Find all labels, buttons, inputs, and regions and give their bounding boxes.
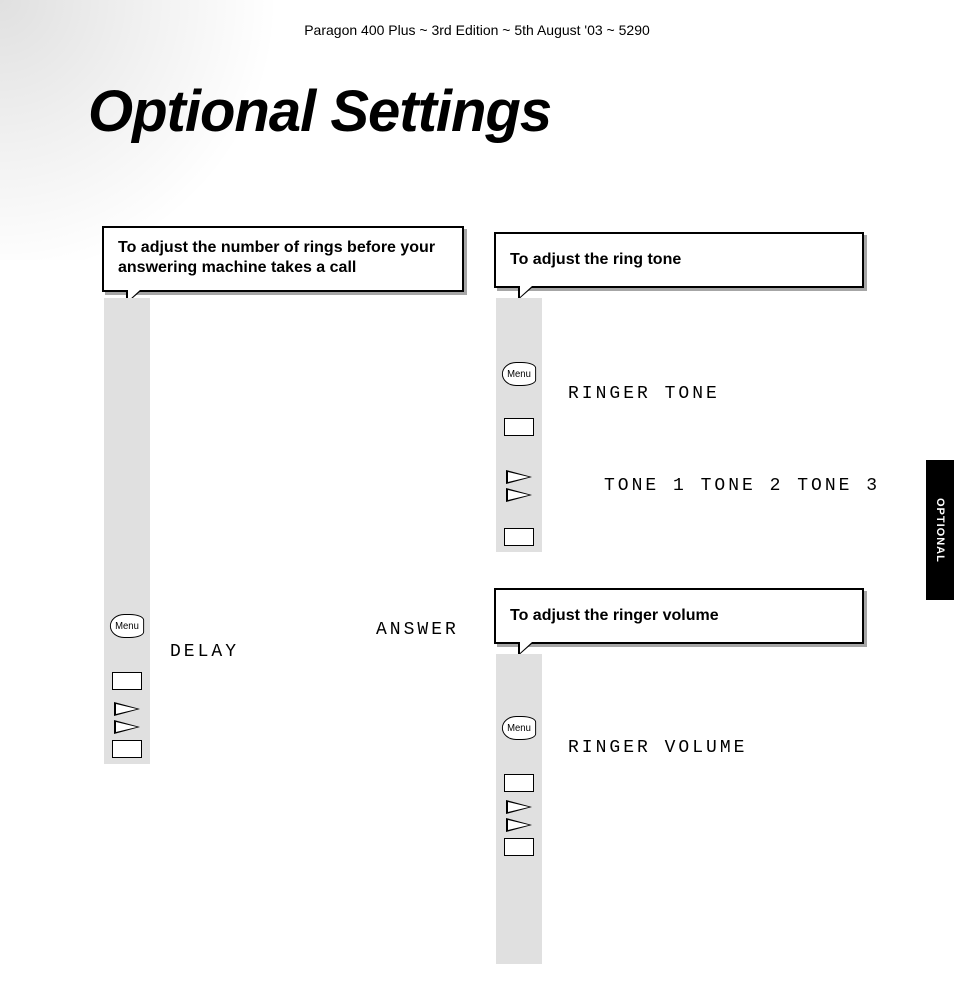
blank-button-left-1[interactable]	[104, 672, 150, 690]
side-tab-optional: OPTIONAL	[926, 460, 954, 600]
callout-text: To adjust the number of rings before you…	[118, 239, 435, 276]
scroll-arrows-ringtone[interactable]	[496, 470, 542, 502]
arrow-right-icon	[506, 800, 532, 814]
callout-text: To adjust the ringer volume	[510, 607, 719, 624]
menu-button-label: Menu	[507, 723, 531, 734]
menu-button-label: Menu	[115, 621, 139, 632]
page-title: Optional Settings	[88, 78, 551, 145]
blank-button-left-2[interactable]	[104, 740, 150, 758]
callout-text: To adjust the ring tone	[510, 251, 681, 268]
page-header: Paragon 400 Plus ~ 3rd Edition ~ 5th Aug…	[0, 22, 954, 38]
arrow-right-icon	[506, 818, 532, 832]
callout-ring-tone: To adjust the ring tone	[494, 232, 864, 288]
menu-button-ringtone[interactable]: Menu	[496, 362, 542, 386]
arrow-right-icon	[506, 470, 532, 484]
control-column-left	[104, 298, 150, 764]
lcd-ringer-tone: RINGER TONE	[568, 384, 720, 404]
callout-ringer-volume: To adjust the ringer volume	[494, 588, 864, 644]
scroll-arrows-volume[interactable]	[496, 800, 542, 832]
lcd-delay: DELAY	[170, 642, 239, 662]
arrow-right-icon	[114, 702, 140, 716]
blank-button-ringtone-1[interactable]	[496, 418, 542, 436]
menu-button-label: Menu	[507, 369, 531, 380]
arrow-right-icon	[114, 720, 140, 734]
menu-button-volume[interactable]: Menu	[496, 716, 542, 740]
blank-button-volume-1[interactable]	[496, 774, 542, 792]
blank-button-volume-2[interactable]	[496, 838, 542, 856]
blank-button-ringtone-2[interactable]	[496, 528, 542, 546]
menu-button-left[interactable]: Menu	[104, 614, 150, 638]
lcd-ringer-volume: RINGER VOLUME	[568, 738, 747, 758]
scroll-arrows-left[interactable]	[104, 702, 150, 734]
side-tab-label: OPTIONAL	[934, 498, 946, 563]
lcd-tone-options: TONE 1 TONE 2 TONE 3	[604, 476, 880, 496]
lcd-answer: ANSWER	[376, 620, 459, 640]
arrow-right-icon	[506, 488, 532, 502]
callout-answer-delay: To adjust the number of rings before you…	[102, 226, 464, 292]
